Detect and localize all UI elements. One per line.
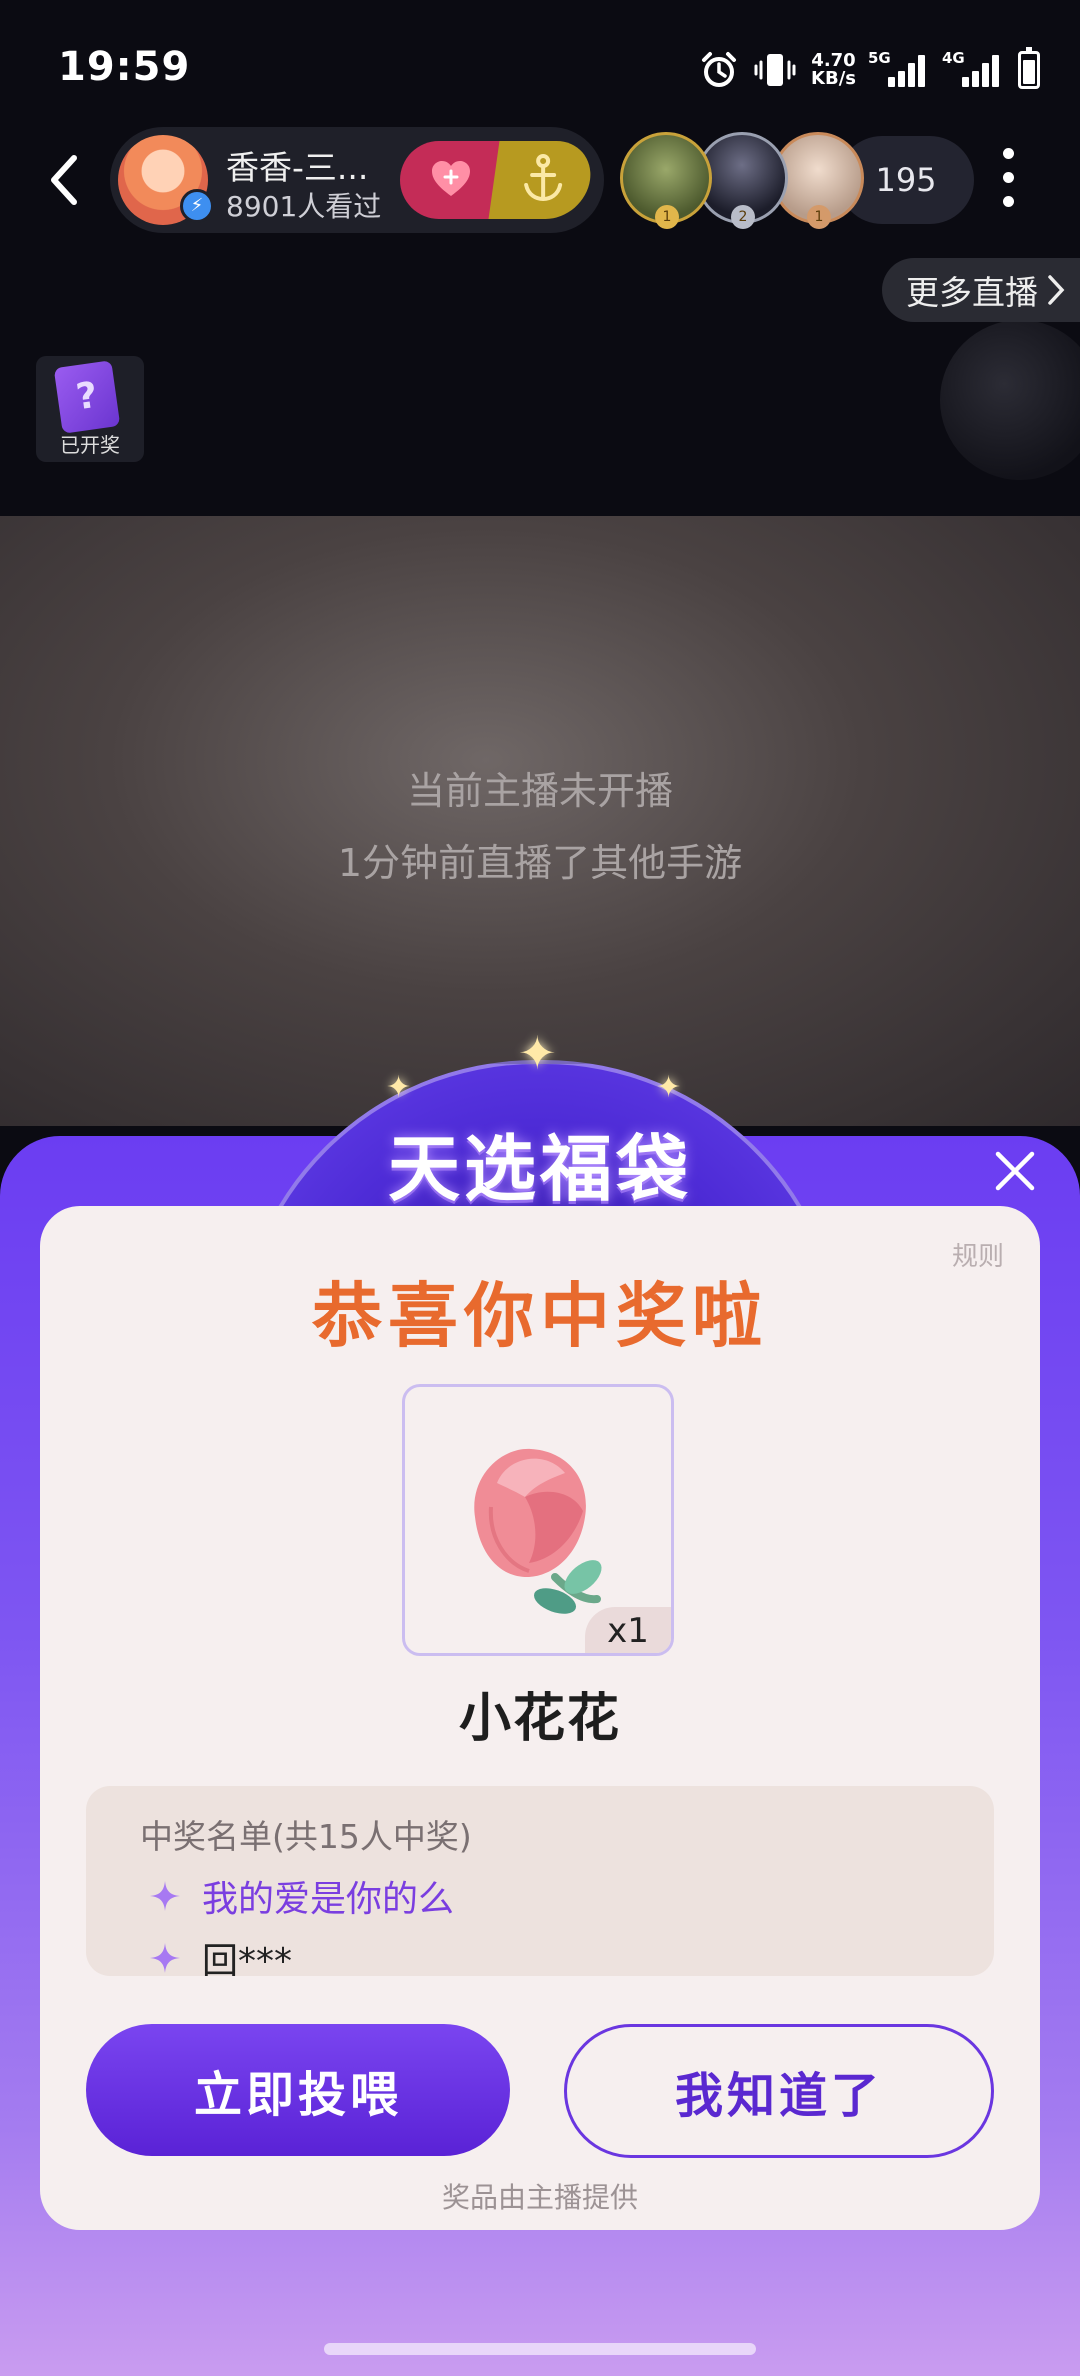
anchor-info[interactable]: ⚡ 香香-三... 8901人看过 xyxy=(110,127,604,233)
winner-name: 回*** xyxy=(202,1941,293,1976)
prize-quantity: x1 xyxy=(585,1607,671,1653)
fan-club-button[interactable] xyxy=(488,141,596,219)
lottery-badge[interactable]: ? 已开奖 xyxy=(36,356,144,462)
more-options-icon[interactable] xyxy=(996,148,1020,208)
winners-list[interactable]: 中奖名单(共15人中奖) 我的爱是你的么 回*** xyxy=(86,1786,994,1976)
lottery-status: 已开奖 xyxy=(60,433,120,457)
battery-icon xyxy=(1018,47,1040,89)
congrats-title: 恭喜你中奖啦 xyxy=(312,1275,768,1357)
verified-lightning-icon: ⚡ xyxy=(180,189,214,223)
vibrate-icon xyxy=(754,54,796,86)
signal-5g-icon: 5G xyxy=(868,49,930,87)
winner-item: 回*** xyxy=(148,1932,292,1976)
anchor-views: 8901人看过 xyxy=(226,190,382,223)
winners-title: 中奖名单(共15人中奖) xyxy=(140,1817,472,1856)
close-icon[interactable] xyxy=(990,1146,1040,1196)
alarm-icon xyxy=(702,52,737,87)
medal-badge: 1 xyxy=(807,205,831,229)
chevron-right-icon xyxy=(1048,275,1065,305)
prize-provider-note: 奖品由主播提供 xyxy=(441,2181,638,2214)
status-bar: 19:59 4.70 KB/s 5G 4G xyxy=(0,0,1080,120)
home-indicator[interactable] xyxy=(324,2343,756,2355)
more-live-button[interactable]: 更多直播 xyxy=(882,258,1080,322)
got-it-button[interactable]: 我知道了 xyxy=(564,2024,994,2158)
result-card: 规则 恭喜你中奖啦 x1 小花花 中奖名单(共15人中奖) 我的爱是你的么 回*… xyxy=(40,1206,1040,2230)
sparkle-icon xyxy=(150,1881,180,1911)
prize-name: 小花花 xyxy=(458,1689,621,1749)
winner-name: 我的爱是你的么 xyxy=(202,1879,455,1920)
offline-submessage: 1分钟前直播了其他手游 xyxy=(337,841,743,885)
sparkle-icon xyxy=(150,1943,180,1973)
status-icons: 4.70 KB/s 5G 4G xyxy=(699,47,1040,92)
banner-title: 天选福袋 xyxy=(387,1127,692,1211)
offline-message: 当前主播未开播 xyxy=(406,769,673,813)
back-arrow-icon[interactable] xyxy=(40,150,90,210)
network-speed: 4.70 KB/s xyxy=(811,50,856,89)
anchor-icon xyxy=(524,154,563,202)
feed-now-button[interactable]: 立即投喂 xyxy=(86,2024,510,2156)
anchor-name: 香香-三... xyxy=(226,148,369,187)
sparkle-star-icon: ✦ xyxy=(518,1026,557,1080)
prize-box: x1 xyxy=(402,1384,674,1656)
sparkle-star-icon: ✦ xyxy=(386,1070,412,1105)
medal-badge: 1 xyxy=(655,205,679,229)
sparkle-star-icon: ✦ xyxy=(656,1070,682,1105)
more-live-label: 更多直播 xyxy=(906,273,1038,312)
audience-avatar-1[interactable]: 1 xyxy=(620,132,712,229)
follow-button[interactable] xyxy=(400,141,500,219)
medal-badge: 2 xyxy=(731,205,755,229)
signal-4g-icon: 4G xyxy=(942,49,1004,87)
planet-decoration xyxy=(940,320,1080,480)
heart-plus-icon xyxy=(432,161,470,196)
mystery-card-icon: ? xyxy=(53,360,121,434)
status-time: 19:59 xyxy=(58,44,191,90)
winner-item: 我的爱是你的么 xyxy=(148,1870,454,1922)
